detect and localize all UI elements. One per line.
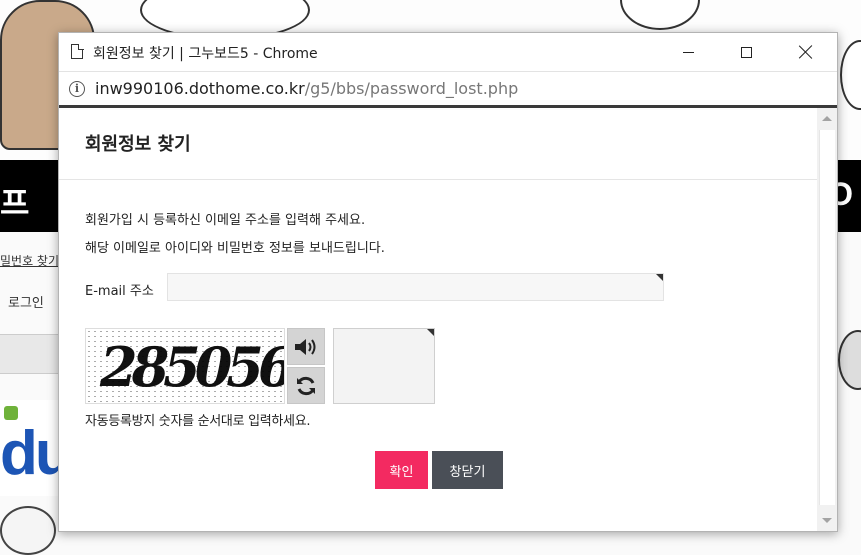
captcha-image: 285056 (85, 328, 285, 404)
maximize-button[interactable] (723, 33, 769, 71)
background-band-text: 프 (0, 185, 30, 221)
required-marker (427, 329, 434, 336)
captcha-audio-button[interactable] (287, 328, 325, 365)
refresh-icon (297, 376, 315, 395)
close-icon (799, 45, 813, 59)
background-password-link[interactable]: 밀번호 찾기 (0, 252, 59, 269)
info-icon[interactable]: i (69, 81, 85, 97)
scrollbar[interactable] (817, 108, 837, 531)
captcha-help-text: 자동등록방지 숫자를 순서대로 입력하세요. (85, 414, 311, 429)
scroll-up-arrow-icon[interactable] (822, 116, 832, 121)
speaker-icon (295, 338, 316, 355)
required-marker (656, 274, 663, 281)
description-line-2: 해당 이메일로 아이디와 비밀번호 정보를 보내드립니다. (85, 241, 385, 256)
dialog-title: 회원정보 찾기 (85, 134, 191, 155)
address-bar[interactable]: i inw990106.dothome.co.kr/g5/bbs/passwor… (59, 71, 837, 105)
close-button[interactable]: 창닫기 (432, 451, 503, 489)
background-face-doodle (0, 506, 56, 555)
window-titlebar: 회원정보 찾기 | 그누보드5 - Chrome (59, 33, 837, 71)
email-field[interactable] (167, 273, 664, 301)
captcha-noise (86, 329, 284, 403)
url-path: /g5/bbs/password_lost.php (304, 79, 519, 98)
background-login-link[interactable]: 로그인 (8, 292, 44, 311)
minimize-button[interactable] (665, 33, 711, 71)
background-face-doodle (838, 330, 861, 390)
url-host: inw990106.dothome.co.kr (95, 79, 305, 98)
scroll-down-arrow-icon[interactable] (822, 518, 832, 523)
background-panel (0, 334, 60, 374)
scroll-thumb[interactable] (819, 130, 835, 505)
page-icon (71, 43, 84, 59)
confirm-button[interactable]: 확인 (375, 451, 428, 489)
description-line-1: 회원가입 시 등록하신 이메일 주소를 입력해 주세요. (85, 213, 366, 228)
captcha-input[interactable] (333, 328, 435, 404)
chrome-popup-window: 회원정보 찾기 | 그누보드5 - Chrome i inw990106.dot… (58, 32, 838, 532)
captcha-refresh-button[interactable] (287, 367, 325, 404)
maximize-icon (740, 46, 752, 58)
minimize-icon (682, 51, 694, 53)
close-window-button[interactable] (783, 33, 829, 71)
window-title: 회원정보 찾기 | 그누보드5 - Chrome (93, 46, 318, 62)
url-text[interactable]: inw990106.dothome.co.kr/g5/bbs/password_… (95, 79, 518, 98)
email-label: E-mail 주소 (85, 284, 154, 299)
title-divider (59, 179, 817, 180)
page-content: 회원정보 찾기 회원가입 시 등록하신 이메일 주소를 입력해 주세요. 해당 … (59, 108, 817, 531)
